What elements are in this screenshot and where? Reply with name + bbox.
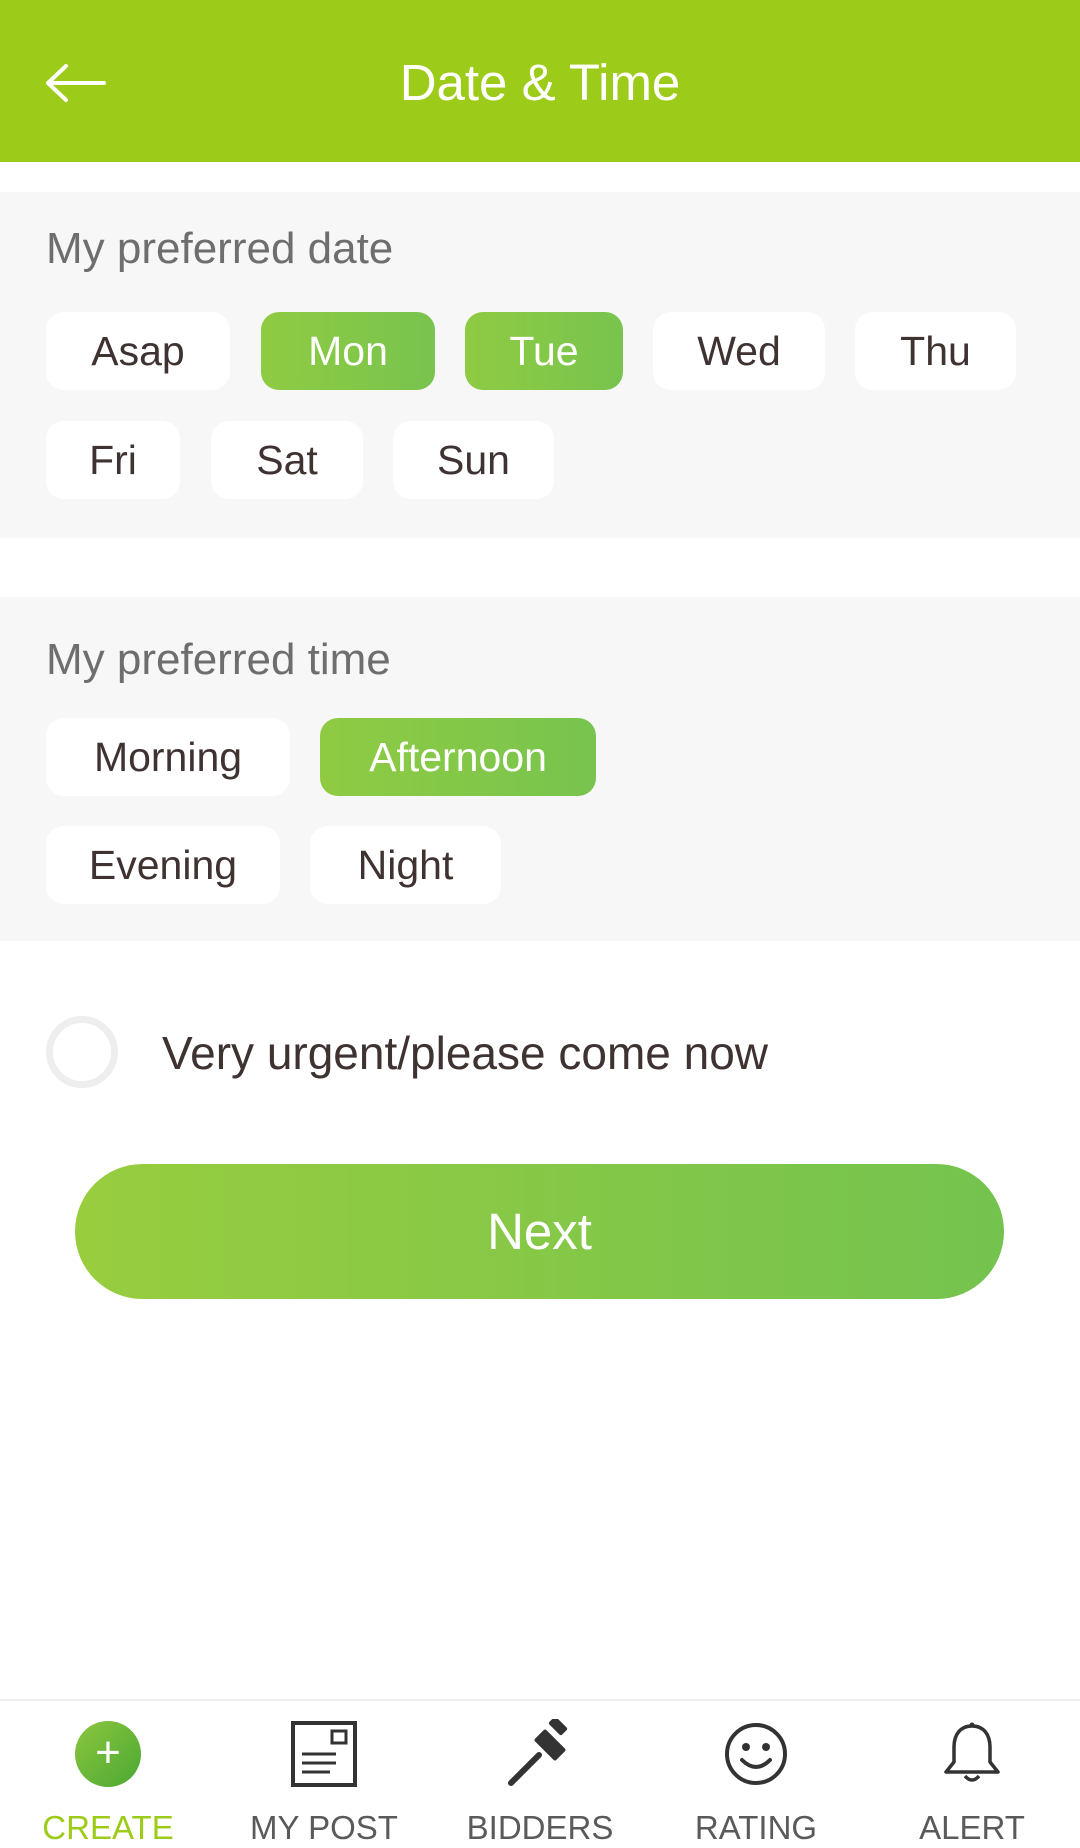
nav-alert-label: ALERT [919,1809,1025,1846]
time-chip-morning[interactable]: Morning [46,718,290,796]
next-button[interactable]: Next [75,1164,1004,1299]
date-chip-tue[interactable]: Tue [465,312,623,390]
plus-circle-icon: + [71,1717,145,1791]
nav-my-post[interactable]: MY POST [216,1701,432,1848]
page-title: Date & Time [399,54,681,111]
date-chip-asap[interactable]: Asap [46,312,230,390]
time-chip-night[interactable]: Night [310,826,501,904]
gavel-icon [503,1717,577,1791]
app-bar: Date & Time [0,0,1080,162]
urgent-label: Very urgent/please come now [162,1027,769,1079]
urgent-option[interactable]: Very urgent/please come now [46,1016,946,1090]
preferred-time-title: My preferred time [46,635,391,684]
time-chip-afternoon[interactable]: Afternoon [320,718,596,796]
date-chip-fri[interactable]: Fri [46,421,180,499]
nav-create-label: CREATE [42,1809,174,1846]
smiley-icon [719,1717,793,1791]
bell-icon [935,1717,1009,1791]
nav-bidders[interactable]: BIDDERS [432,1701,648,1848]
nav-alert[interactable]: ALERT [864,1701,1080,1848]
bottom-nav: + CREATE MY POST BIDDERS RATING ALERT [0,1699,1080,1848]
nav-rating[interactable]: RATING [648,1701,864,1848]
time-chip-evening[interactable]: Evening [46,826,280,904]
post-icon [287,1717,361,1791]
preferred-date-section: My preferred date Asap Mon Tue Wed Thu F… [0,192,1080,538]
date-chip-mon[interactable]: Mon [261,312,435,390]
urgent-radio[interactable] [46,1016,118,1088]
date-chip-wed[interactable]: Wed [653,312,825,390]
date-chip-sat[interactable]: Sat [211,421,363,499]
date-chip-sun[interactable]: Sun [393,421,554,499]
nav-bidders-label: BIDDERS [466,1809,614,1846]
preferred-date-title: My preferred date [46,224,394,273]
nav-create[interactable]: + CREATE [0,1701,216,1848]
nav-my-post-label: MY POST [250,1809,398,1846]
preferred-time-section: My preferred time Morning Afternoon Even… [0,597,1080,941]
date-chip-thu[interactable]: Thu [855,312,1016,390]
nav-rating-label: RATING [694,1809,818,1846]
